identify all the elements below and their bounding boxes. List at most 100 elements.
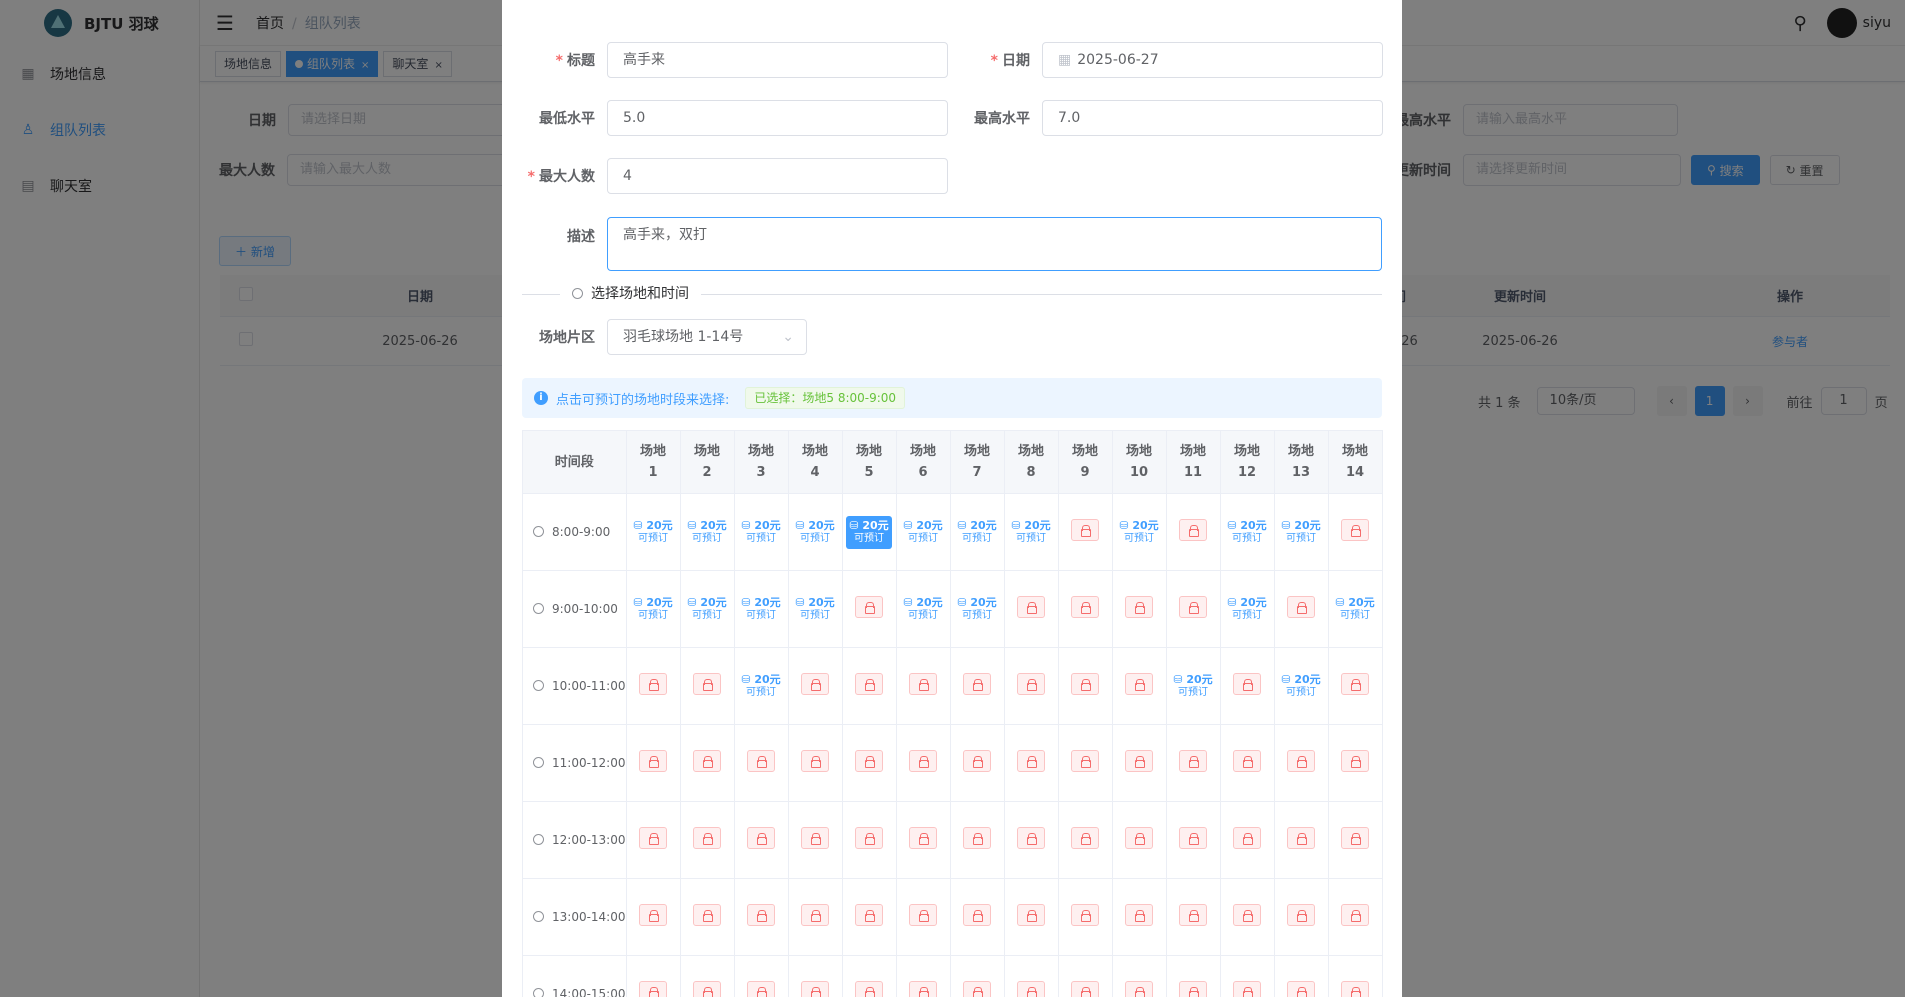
title-input[interactable]: 高手来 (607, 42, 948, 78)
lock-icon (1017, 981, 1045, 997)
slot-available[interactable]: ⛁ 20元 可预订 (1327, 570, 1383, 648)
slot-booked (895, 647, 951, 725)
slot-available[interactable]: ⛁ 20元 可预订 (733, 493, 789, 571)
slot-booked (1219, 801, 1275, 879)
max-people-input[interactable]: 4 (607, 158, 948, 194)
desc-label: 描述 (567, 229, 595, 245)
slot-booked (1003, 724, 1059, 802)
slot-booked (787, 878, 843, 956)
area-value: 羽毛球场地 1-14号 (623, 329, 744, 345)
slot-available[interactable]: ⛁ 20元 可预订 (679, 570, 735, 648)
desc-row: 描述 高手来，双打 (522, 217, 1382, 271)
lock-icon (1017, 673, 1045, 695)
lock-icon (855, 596, 883, 618)
slot-available[interactable]: ⛁ 20元 可预订 (949, 570, 1005, 648)
slot-booked (1111, 647, 1167, 725)
lock-icon (639, 827, 667, 849)
lock-icon (963, 827, 991, 849)
slot-booked (1273, 570, 1329, 648)
slot-booked (625, 955, 681, 997)
lock-icon (801, 981, 829, 997)
slot-price-badge: ⛁ 20元 可预订 (1173, 672, 1213, 698)
slot-available[interactable]: ⛁ 20元 可预订 (1219, 493, 1275, 571)
slot-price-badge: ⛁ 20元 可预订 (1119, 518, 1159, 544)
slot-available[interactable]: ⛁ 20元 可预订 (1219, 570, 1275, 648)
lock-icon (1017, 904, 1045, 926)
slot-available[interactable]: ⛁ 20元 可预订 (625, 570, 681, 648)
lock-icon (747, 827, 775, 849)
lock-icon (693, 981, 721, 997)
slot-booked (1327, 878, 1383, 956)
lock-icon (639, 673, 667, 695)
lock-icon (855, 981, 883, 997)
lock-icon (1071, 750, 1099, 772)
clock-icon (533, 911, 544, 922)
slot-available[interactable]: ⛁ 20元 可预订 (787, 493, 843, 571)
slot-booked (733, 724, 789, 802)
slot-booked (733, 955, 789, 997)
date-input[interactable]: ▦ 2025-06-27 (1042, 42, 1383, 78)
lock-icon (1017, 596, 1045, 618)
slot-booked (949, 801, 1005, 879)
slot-booked (841, 724, 897, 802)
lock-icon (1287, 827, 1315, 849)
lock-icon (1179, 981, 1207, 997)
slot-time: 12:00-13:00 (522, 801, 627, 879)
th-court-13: 场地 13 (1273, 430, 1329, 494)
slot-available[interactable]: ⛁ 20元 可预订 (733, 570, 789, 648)
slot-booked (1165, 801, 1221, 879)
lock-icon (693, 904, 721, 926)
slot-available[interactable]: ⛁ 20元 可预订 (733, 647, 789, 725)
lock-icon (963, 750, 991, 772)
lock-icon (1287, 904, 1315, 926)
lock-icon (1179, 750, 1207, 772)
lock-icon (801, 750, 829, 772)
area-select[interactable]: 羽毛球场地 1-14号 ⌄ (607, 319, 807, 355)
slot-available[interactable]: ⛁ 20元 可预订 (1273, 647, 1329, 725)
clock-icon (533, 603, 544, 614)
slot-price-badge: ⛁ 20元 可预订 (1011, 518, 1051, 544)
slot-available[interactable]: ⛁ 20元 可预订 (625, 493, 681, 571)
min-level-input[interactable]: 5.0 (607, 100, 948, 136)
slot-available[interactable]: ⛁ 20元 可预订 (1165, 647, 1221, 725)
slot-booked (1111, 724, 1167, 802)
desc-textarea[interactable]: 高手来，双打 (607, 217, 1382, 271)
lock-icon (909, 981, 937, 997)
slot-price-badge: ⛁ 20元 可预订 (903, 518, 943, 544)
th-court-6: 场地 6 (895, 430, 951, 494)
slot-row: 8:00-9:00 ⛁ 20元 可预订 ⛁ 20元 可预订 ⛁ 20元 可预订 ⛁ 20元 可预… (522, 493, 1383, 571)
slot-booked (949, 878, 1005, 956)
lock-icon (909, 673, 937, 695)
lock-icon (1071, 827, 1099, 849)
max-level-input[interactable]: 7.0 (1042, 100, 1383, 136)
slot-available[interactable]: ⛁ 20元 可预订 (1003, 493, 1059, 571)
slot-booked (1165, 724, 1221, 802)
slot-booked (625, 801, 681, 879)
slot-selected[interactable]: ⛁ 20元 可预订 (841, 493, 897, 571)
slot-booked (895, 724, 951, 802)
slot-price-badge: ⛁ 20元 可预订 (957, 518, 997, 544)
slot-available[interactable]: ⛁ 20元 可预订 (679, 493, 735, 571)
slot-available[interactable]: ⛁ 20元 可预订 (787, 570, 843, 648)
slot-available[interactable]: ⛁ 20元 可预订 (895, 570, 951, 648)
lock-icon (1017, 827, 1045, 849)
slot-booked (1003, 647, 1059, 725)
lock-icon (693, 673, 721, 695)
max-people-row: * 最大人数 4 (522, 158, 948, 194)
slot-available[interactable]: ⛁ 20元 可预订 (949, 493, 1005, 571)
area-label: 场地片区 (539, 330, 595, 346)
lock-icon (693, 750, 721, 772)
slot-available[interactable]: ⛁ 20元 可预订 (895, 493, 951, 571)
th-court-4: 场地 4 (787, 430, 843, 494)
slot-booked (841, 955, 897, 997)
lock-icon (801, 673, 829, 695)
date-value: 2025-06-27 (1077, 52, 1159, 68)
lock-icon (1287, 750, 1315, 772)
clock-icon (533, 680, 544, 691)
th-court-14: 场地 14 (1327, 430, 1383, 494)
slot-available[interactable]: ⛁ 20元 可预订 (1273, 493, 1329, 571)
slot-available[interactable]: ⛁ 20元 可预订 (1111, 493, 1167, 571)
lock-icon (1125, 981, 1153, 997)
slot-price-badge: ⛁ 20元 可预订 (741, 595, 781, 621)
max-people-label: * 最大人数 (527, 169, 595, 185)
